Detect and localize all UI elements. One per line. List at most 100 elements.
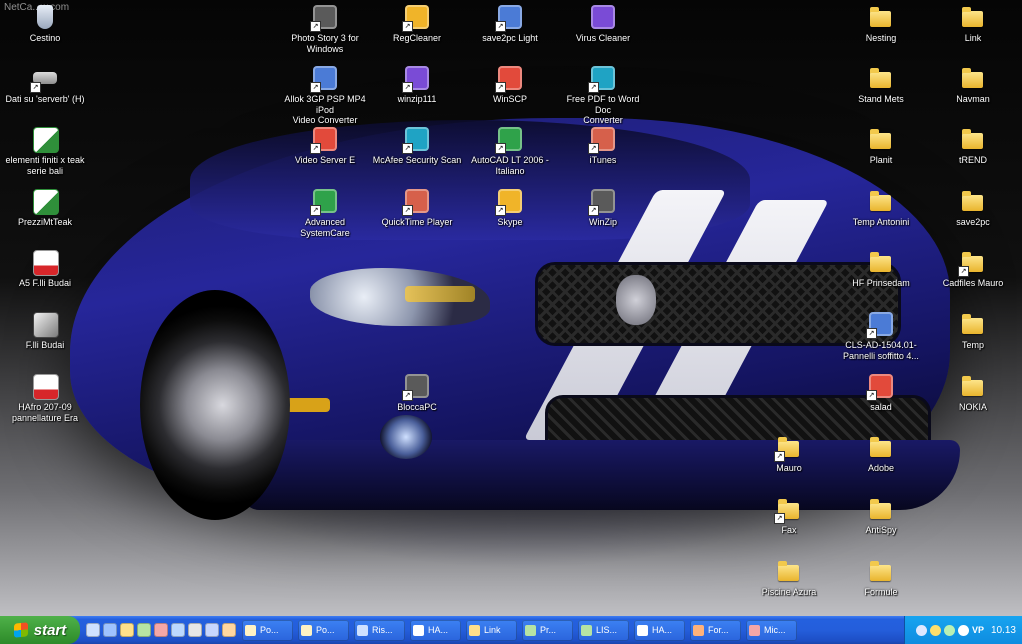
car-foglight [380,415,432,459]
desktop-icon-trend[interactable]: tREND [928,126,1018,166]
desktop-icon-winzip[interactable]: ↗ WinZip [558,188,648,228]
desktop-icon-save2pc[interactable]: save2pc [928,188,1018,228]
desktop-icon-mauro[interactable]: ↗ Mauro [744,434,834,474]
taskbar-button[interactable]: LIS... [578,619,629,641]
tray-icon[interactable] [957,624,969,636]
desktop-icon-virus-cleaner[interactable]: Virus Cleaner [558,4,648,44]
desktop-icon-label: Photo Story 3 for Windows [291,33,359,54]
desktop-icon-nesting[interactable]: Nesting [836,4,926,44]
desktop-icon-cls[interactable]: ↗ CLS-AD-1504.01- Pannelli soffitto 4... [836,311,926,361]
desktop-icon-skype[interactable]: ↗ Skype [465,188,555,228]
desktop-icon-temp[interactable]: Temp [928,311,1018,351]
desktop-icon-mcafee[interactable]: ↗ McAfee Security Scan [372,126,462,166]
desktop-icon-formule[interactable]: Formule [836,558,926,598]
shortcut-arrow-icon: ↗ [402,82,413,93]
desktop-icon-elementi-finiti[interactable]: elementi finiti x teak serie bali [0,126,90,176]
taskbar-button[interactable]: Pr... [522,619,573,641]
network-drive-icon: ↗ [30,65,58,93]
quicktime-icon: ↗ [402,188,430,216]
taskbar-button[interactable]: Mic... [746,619,797,641]
desktop-icon-autocad[interactable]: ↗ AutoCAD LT 2006 - Italiano [465,126,555,176]
task-app-icon [357,624,368,636]
taskbar-button[interactable]: HA... [634,619,685,641]
virus-cleaner-icon [590,4,616,30]
desktop-icon-quicktime[interactable]: ↗ QuickTime Player [372,188,462,228]
pdf-file-icon [32,249,59,276]
cls-icon: ↗ [866,311,894,339]
desktop-icon-piscine-azura[interactable]: Piscine Azura [744,558,834,598]
itunes-icon: ↗ [588,126,616,154]
desktop-icon-label: McAfee Security Scan [372,155,462,165]
taskbar-button[interactable]: HA... [410,619,461,641]
desktop-icon-hf-prinsedam[interactable]: HF Prinsedam [836,249,926,289]
desktop-icon-planit[interactable]: Planit [836,126,926,166]
desktop-icon-cadfiles-mauro[interactable]: ↗ Cadfiles Mauro [928,249,1018,289]
task-list: Po... Po... Ris... HA... Link Pr... LIS... HA..… [242,619,802,641]
media-player-icon[interactable] [171,623,185,637]
taskbar-button[interactable]: Po... [242,619,293,641]
desktop-icon-advanced-systemcare[interactable]: ↗ Advanced SystemCare [280,188,370,238]
app-icon[interactable] [222,623,236,637]
app-icon[interactable] [188,623,202,637]
folder-icon [868,558,894,584]
pdf-file-icon [32,373,59,400]
clock[interactable]: 10.13 [991,625,1016,636]
desktop-icon-salad[interactable]: ↗ salad [836,373,926,413]
desktop-icon-stand-mets[interactable]: Stand Mets [836,65,926,105]
desktop-icon-video-server[interactable]: ↗ Video Server E [280,126,370,166]
desktop-icon-bloccapc[interactable]: ↗ BloccaPC [372,373,462,413]
desktop-icon[interactable] [86,623,100,637]
desktop-icon-cestino[interactable]: Cestino [0,4,90,44]
tray-icon[interactable] [943,624,955,636]
taskbar-button[interactable]: Ris... [354,619,405,641]
taskbar-button-label: HA... [652,625,673,635]
desktop-icon-itunes[interactable]: ↗ iTunes [558,126,648,166]
desktop-icon-label: AutoCAD LT 2006 - Italiano [471,155,549,176]
desktop-icon-navman[interactable]: Navman [928,65,1018,105]
desktop-icon-nokia[interactable]: NOKIA [928,373,1018,413]
desktop-icon-allok[interactable]: ↗ Allok 3GP PSP MP4 iPod Video Converter [280,65,370,126]
desktop-icon-prezzimtteak[interactable]: PrezziMtTeak [0,188,90,228]
desktop-icon-label: Allok 3GP PSP MP4 iPod Video Converter [284,94,366,125]
desktop-icon-adobe[interactable]: Adobe [836,434,926,474]
shortcut-arrow-icon: ↗ [588,82,599,93]
desktop-icon-label: RegCleaner [392,33,442,43]
shortcut-arrow-icon: ↗ [402,21,413,32]
desktop-icon-photo-story[interactable]: ↗ Photo Story 3 for Windows [280,4,370,54]
start-label: start [33,621,67,639]
acrobat-icon[interactable] [154,623,168,637]
tray-vp[interactable]: VP [972,625,984,635]
desktop-icon-winscp[interactable]: ↗ WinSCP [465,65,555,105]
desktop-icon-dati-serverb[interactable]: ↗ Dati su 'serverb' (H) [0,65,90,105]
desktop-icon-winzip111[interactable]: ↗ winzip111 [372,65,462,105]
taskbar-button[interactable]: Link [466,619,517,641]
folder-icon [960,188,986,214]
taskbar-button-label: For... [708,625,729,635]
desktop-icon-hafro[interactable]: HAfro 207-09 pannellature Era [0,373,90,423]
desktop-icon-label: WinSCP [492,94,527,104]
excel-icon[interactable] [137,623,151,637]
tray-icon[interactable] [915,624,927,636]
desktop-icon-save2pc-light[interactable]: ↗ save2pc Light [465,4,555,44]
taskbar-button-label: Pr... [540,625,557,635]
desktop-icon-a5-flli-budai[interactable]: A5 F.lli Budai [0,249,90,289]
start-button[interactable]: start [0,616,80,644]
taskbar-button[interactable]: For... [690,619,741,641]
internet-explorer-icon[interactable] [103,623,117,637]
desktop-icon-label: salad [870,402,892,412]
explorer-icon[interactable] [205,623,219,637]
folder-icon [868,496,894,522]
desktop-icon-antispy[interactable]: AntiSpy [836,496,926,536]
taskbar-button[interactable]: Po... [298,619,349,641]
desktop-icon-flli-budai[interactable]: F.lli Budai [0,311,90,351]
desktop-icon-fax[interactable]: ↗ Fax [744,496,834,536]
outlook-icon[interactable] [120,623,134,637]
desktop-icon-label: QuickTime Player [381,217,453,227]
desktop: NetCa...w.com Cestino↗Dati su 'serverb' … [0,0,1022,616]
folder-icon: ↗ [958,249,986,277]
desktop-icon-regcleaner[interactable]: ↗ RegCleaner [372,4,462,44]
desktop-icon-link[interactable]: Link [928,4,1018,44]
desktop-icon-free-pdf-word[interactable]: ↗ Free PDF to Word Doc Converter [558,65,648,126]
tray-icon[interactable] [929,624,941,636]
desktop-icon-temp-antonini[interactable]: Temp Antonini [836,188,926,228]
